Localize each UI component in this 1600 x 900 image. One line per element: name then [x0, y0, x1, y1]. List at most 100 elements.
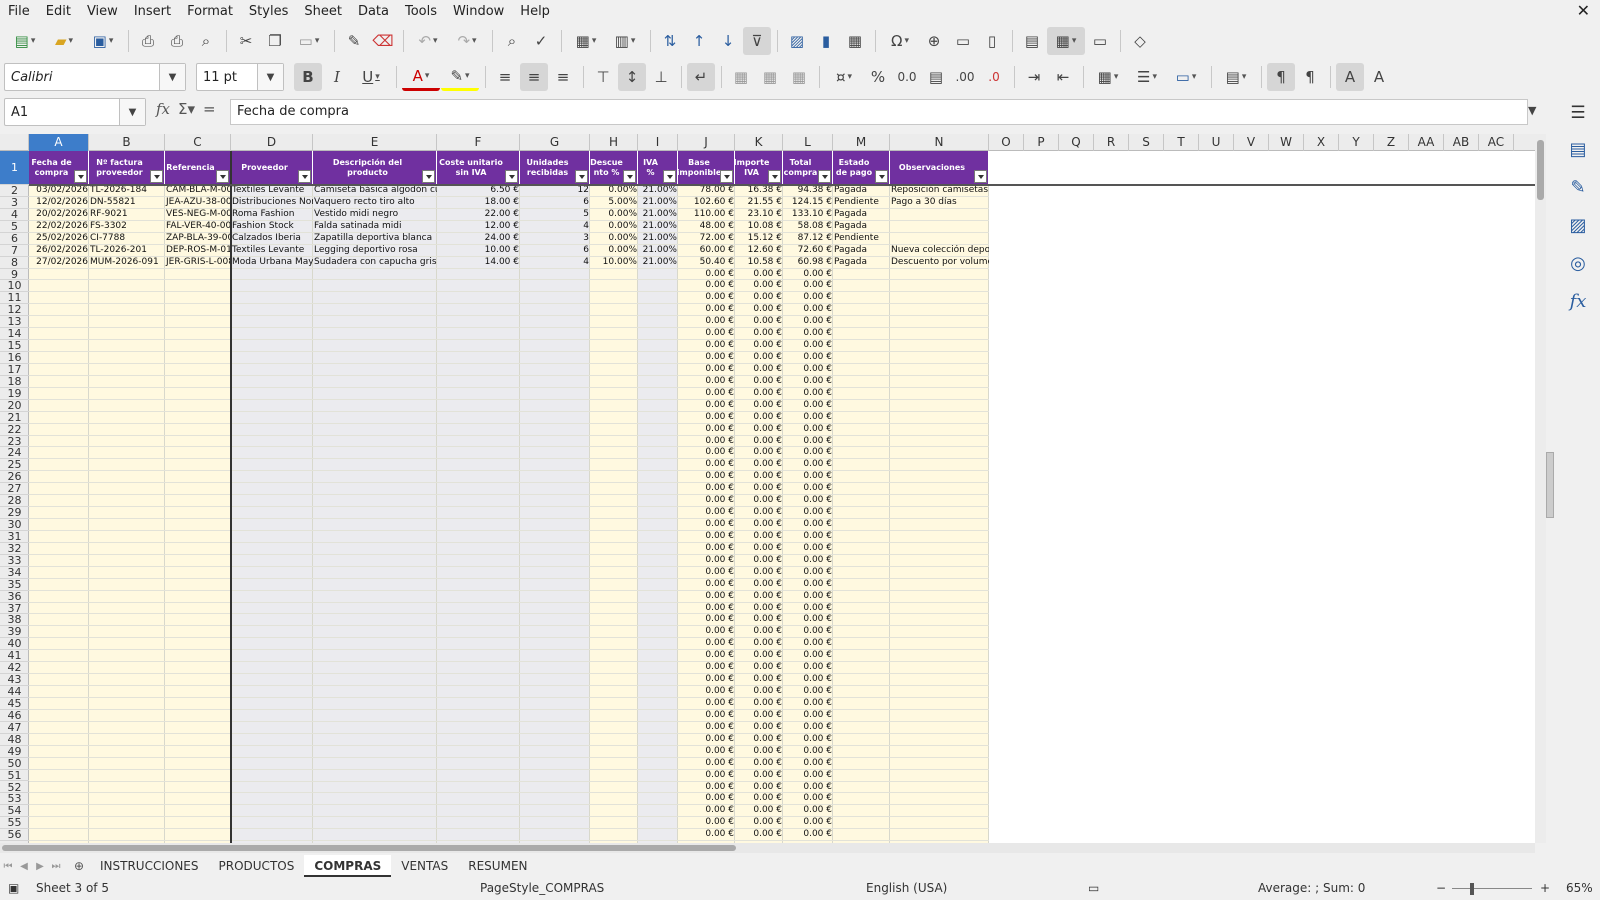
header-footer-icon[interactable]: ▯: [978, 27, 1006, 55]
table-cell[interactable]: 27/02/2026: [29, 257, 89, 269]
table-header-cell[interactable]: Total compra: [783, 151, 833, 185]
navigator-icon[interactable]: ◎: [1556, 244, 1600, 282]
table-cell[interactable]: 4: [520, 257, 590, 269]
formula-cell[interactable]: 0.00 €: [678, 662, 735, 674]
menu-format[interactable]: Format: [179, 0, 241, 23]
formula-cell[interactable]: 0.00 €: [783, 662, 833, 674]
formula-cell[interactable]: 0.00 €: [735, 805, 783, 817]
column-header-x[interactable]: X: [1304, 134, 1339, 151]
formula-cell[interactable]: 0.00 €: [783, 543, 833, 555]
table-cell[interactable]: Pagada: [833, 245, 890, 257]
formula-cell[interactable]: 0.00 €: [735, 698, 783, 710]
formula-cell[interactable]: 0.00 €: [783, 638, 833, 650]
table-cell[interactable]: 21.00%: [638, 185, 678, 197]
merge-cells-icon[interactable]: ▦: [756, 63, 784, 91]
vertical-scrollbar[interactable]: [1535, 134, 1546, 843]
italic-icon[interactable]: I: [323, 63, 351, 91]
autofilter-dropdown-icon[interactable]: [720, 170, 733, 183]
zoom-level[interactable]: 65%: [1566, 881, 1593, 895]
table-header-cell[interactable]: Descue nto %: [590, 151, 638, 185]
menu-styles[interactable]: Styles: [241, 0, 296, 23]
table-cell[interactable]: Zapatilla deportiva blanca: [313, 233, 437, 245]
table-cell[interactable]: Nueva colección deporte: [890, 245, 989, 257]
table-cell[interactable]: 60.98 €: [783, 257, 833, 269]
table-cell[interactable]: 24.00 €: [437, 233, 520, 245]
formula-cell[interactable]: 0.00 €: [735, 817, 783, 829]
formula-cell[interactable]: 0.00 €: [735, 614, 783, 626]
table-cell[interactable]: 20/02/2026: [29, 209, 89, 221]
formula-icon[interactable]: =: [203, 100, 216, 118]
formula-cell[interactable]: 0.00 €: [783, 555, 833, 567]
column-header-f[interactable]: F: [437, 134, 520, 151]
formula-cell[interactable]: 0.00 €: [735, 710, 783, 722]
table-cell[interactable]: 0.00%: [590, 233, 638, 245]
formula-cell[interactable]: 0.00 €: [678, 805, 735, 817]
table-cell[interactable]: ZAP-BLA-39-007: [165, 233, 231, 245]
autofilter-dropdown-icon[interactable]: [150, 170, 163, 183]
formula-cell[interactable]: 0.00 €: [678, 650, 735, 662]
table-cell[interactable]: 03/02/2026: [29, 185, 89, 197]
formula-cell[interactable]: 0.00 €: [735, 686, 783, 698]
formula-cell[interactable]: 0.00 €: [783, 424, 833, 436]
column-header-t[interactable]: T: [1164, 134, 1199, 151]
save-icon[interactable]: ▣: [84, 27, 122, 55]
formula-cell[interactable]: 0.00 €: [678, 734, 735, 746]
copy-icon[interactable]: ❐: [261, 27, 289, 55]
formula-cell[interactable]: 0.00 €: [783, 507, 833, 519]
formula-cell[interactable]: 0.00 €: [678, 674, 735, 686]
menu-edit[interactable]: Edit: [38, 0, 79, 23]
formula-cell[interactable]: 0.00 €: [783, 710, 833, 722]
table-cell[interactable]: CI-7788: [89, 233, 165, 245]
formula-cell[interactable]: 0.00 €: [783, 304, 833, 316]
paste-icon[interactable]: ▭: [290, 27, 328, 55]
table-cell[interactable]: 21.00%: [638, 221, 678, 233]
undo-icon[interactable]: ↶: [409, 27, 447, 55]
table-cell[interactable]: CAM-BLA-M-001: [165, 185, 231, 197]
menu-window[interactable]: Window: [445, 0, 512, 23]
formula-cell[interactable]: 0.00 €: [735, 471, 783, 483]
table-cell[interactable]: 6: [520, 197, 590, 209]
table-cell[interactable]: 60.00 €: [678, 245, 735, 257]
table-cell[interactable]: 10.00 €: [437, 245, 520, 257]
menu-data[interactable]: Data: [350, 0, 397, 23]
table-cell[interactable]: 23.10 €: [735, 209, 783, 221]
formula-cell[interactable]: 0.00 €: [735, 638, 783, 650]
scroll-thumb[interactable]: [1537, 140, 1544, 200]
column-header-z[interactable]: Z: [1374, 134, 1409, 151]
table-cell[interactable]: 10.00%: [590, 257, 638, 269]
formula-cell[interactable]: 0.00 €: [783, 579, 833, 591]
formula-cell[interactable]: 0.00 €: [735, 352, 783, 364]
table-cell[interactable]: RF-9021: [89, 209, 165, 221]
spellcheck-icon[interactable]: ✓: [527, 27, 555, 55]
styles-icon[interactable]: ✎: [1556, 168, 1600, 206]
find-replace-icon[interactable]: ⌕: [498, 27, 526, 55]
table-cell[interactable]: 21.00%: [638, 245, 678, 257]
formula-cell[interactable]: 0.00 €: [735, 328, 783, 340]
row-header-33[interactable]: 33: [0, 554, 29, 567]
column-header-a[interactable]: A: [29, 134, 89, 151]
formula-cell[interactable]: 0.00 €: [678, 567, 735, 579]
number-format-icon[interactable]: 0.0: [893, 63, 921, 91]
formula-input[interactable]: Fecha de compra: [230, 99, 1528, 125]
table-header-cell[interactable]: Unidades recibidas: [520, 151, 590, 185]
print-preview-icon[interactable]: ⌕: [192, 27, 220, 55]
formula-cell[interactable]: 0.00 €: [735, 579, 783, 591]
formula-cell[interactable]: 0.00 €: [783, 614, 833, 626]
table-cell[interactable]: 72.00 €: [678, 233, 735, 245]
table-cell[interactable]: Textiles Levante: [231, 185, 313, 197]
table-cell[interactable]: Pago a 30 días: [890, 197, 989, 209]
formula-cell[interactable]: 0.00 €: [678, 364, 735, 376]
tab-instrucciones[interactable]: INSTRUCCIONES: [90, 855, 209, 877]
row-header-49[interactable]: 49: [0, 745, 29, 758]
column-header-u[interactable]: U: [1199, 134, 1234, 151]
formula-cell[interactable]: 0.00 €: [735, 495, 783, 507]
formula-cell[interactable]: 0.00 €: [783, 483, 833, 495]
zoom-slider[interactable]: [1452, 888, 1532, 889]
clone-formatting-icon[interactable]: ✎: [340, 27, 368, 55]
formula-cell[interactable]: 0.00 €: [678, 495, 735, 507]
table-cell[interactable]: 58.08 €: [783, 221, 833, 233]
formula-cell[interactable]: 0.00 €: [783, 269, 833, 281]
formula-cell[interactable]: 0.00 €: [678, 686, 735, 698]
table-header-cell[interactable]: Descripción del producto: [313, 151, 437, 185]
sum-icon[interactable]: Σ▾: [178, 100, 195, 118]
